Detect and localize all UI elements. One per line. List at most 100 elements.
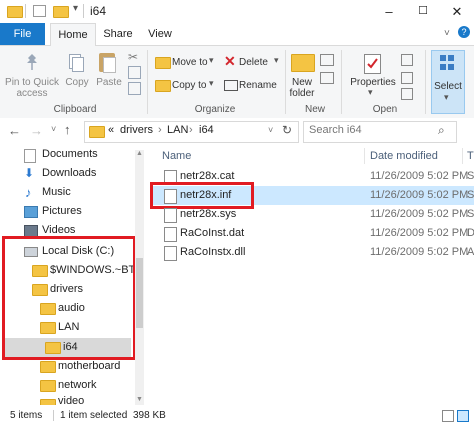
help-icon[interactable]: ? xyxy=(458,26,470,38)
nav-scrollbar-thumb[interactable] xyxy=(136,258,143,328)
history-icon[interactable] xyxy=(401,88,413,100)
delete-label: Delete xyxy=(239,57,268,68)
open-icon[interactable] xyxy=(401,54,413,66)
group-separator xyxy=(425,50,426,114)
chevron-down-icon: ▾ xyxy=(209,78,214,88)
nav-item-label: video xyxy=(58,395,85,405)
tab-file[interactable]: File xyxy=(0,23,45,45)
column-header-type[interactable]: T xyxy=(467,150,474,162)
address-dropdown-icon[interactable]: ˅ xyxy=(268,125,273,135)
paste-shortcut-icon[interactable] xyxy=(128,82,141,95)
file-row[interactable]: RaCoInst.dat 11/26/2009 5:02 PM D xyxy=(160,224,474,243)
refresh-icon[interactable]: ↻ xyxy=(282,123,292,137)
status-separator xyxy=(53,410,54,421)
properties-button[interactable]: Properties ▾ xyxy=(348,50,398,102)
tab-share[interactable]: Share xyxy=(98,23,138,45)
edit-icon[interactable] xyxy=(401,72,413,84)
file-row[interactable]: RaCoInstx.dll 11/26/2009 5:02 PM A xyxy=(160,243,474,262)
collapse-ribbon-icon[interactable]: ˅ xyxy=(444,28,450,39)
pin-label-2: access xyxy=(16,88,48,99)
chevron-down-icon: ▾ xyxy=(209,55,214,65)
file-name: netr28x.sys xyxy=(180,208,237,220)
nav-item-label: Pictures xyxy=(42,205,82,217)
ribbon: Pin to Quick access Copy Paste ✂ Clipboa… xyxy=(0,46,474,119)
close-button[interactable]: ✕ xyxy=(440,0,474,23)
scroll-up-icon[interactable]: ▲ xyxy=(136,150,143,157)
nav-item-music[interactable]: ♪ Music xyxy=(24,183,134,202)
downloads-icon: ⬇ xyxy=(24,166,35,180)
file-date: 11/26/2009 5:02 PM xyxy=(370,189,469,201)
pin-to-quick-access-button[interactable]: Pin to Quick access xyxy=(4,50,64,102)
select-button[interactable]: Select ▾ xyxy=(431,50,465,114)
new-folder-label: New xyxy=(291,77,312,88)
breadcrumb-i64[interactable]: i64 xyxy=(199,124,214,136)
file-row[interactable]: netr28x.sys 11/26/2009 5:02 PM S xyxy=(160,205,474,224)
column-header-name[interactable]: Name xyxy=(162,150,191,162)
copy-to-button[interactable]: Copy to ▾ xyxy=(153,77,219,95)
copy-button[interactable]: Copy xyxy=(64,50,90,102)
clipboard-group-label: Clipboard xyxy=(53,104,97,115)
data-file-icon xyxy=(164,227,177,242)
delete-x-icon: ✕ xyxy=(224,53,236,69)
delete-button[interactable]: ✕ Delete ▾ xyxy=(222,53,282,72)
minimize-button[interactable]: – xyxy=(372,0,406,23)
large-icons-view-icon[interactable] xyxy=(457,410,469,422)
title-bar: ▾ i64 – ☐ ✕ xyxy=(0,0,474,23)
tab-home[interactable]: Home xyxy=(50,23,96,46)
chevron-down-icon: ▾ xyxy=(274,55,279,65)
recent-locations-icon[interactable]: ˅ xyxy=(51,124,56,134)
nav-item-label: network xyxy=(58,379,97,391)
pictures-icon xyxy=(24,206,38,218)
new-item-icon[interactable] xyxy=(320,54,334,66)
copy-to-label: Copy to xyxy=(172,80,207,91)
window-title: i64 xyxy=(90,4,107,18)
breadcrumb-drivers[interactable]: drivers xyxy=(120,124,153,136)
move-to-label: Move to xyxy=(172,57,208,68)
select-grid-icon xyxy=(440,55,454,71)
nav-item-video[interactable]: video xyxy=(40,395,134,405)
copy-path-icon[interactable] xyxy=(128,66,141,79)
easy-access-icon[interactable] xyxy=(320,72,334,84)
new-folder-quick-icon[interactable] xyxy=(53,6,69,18)
column-header-date[interactable]: Date modified xyxy=(370,150,438,162)
search-input[interactable]: Search i64 xyxy=(309,124,362,136)
file-type: A xyxy=(467,246,474,258)
scroll-down-icon[interactable]: ▼ xyxy=(136,396,143,403)
rename-button[interactable]: Rename xyxy=(222,77,282,95)
forward-arrow-icon[interactable]: → xyxy=(30,123,43,138)
properties-quick-icon[interactable] xyxy=(33,5,46,17)
cut-icon[interactable]: ✂ xyxy=(128,50,138,64)
rename-icon xyxy=(224,80,238,91)
group-separator xyxy=(285,50,286,114)
file-date: 11/26/2009 5:02 PM xyxy=(370,208,469,220)
up-arrow-icon[interactable]: ↑ xyxy=(64,122,71,137)
status-bar: 5 items 1 item selected 398 KB xyxy=(0,405,474,426)
documents-icon xyxy=(24,149,36,163)
nav-item-documents[interactable]: Documents xyxy=(24,145,134,164)
system-file-icon xyxy=(164,208,177,223)
details-view-icon[interactable] xyxy=(442,410,454,422)
file-date: 11/26/2009 5:02 PM xyxy=(370,170,469,182)
maximize-button[interactable]: ☐ xyxy=(406,0,440,23)
item-count: 5 items xyxy=(10,410,43,421)
move-to-button[interactable]: Move to ▾ xyxy=(153,54,219,72)
nav-item-pictures[interactable]: Pictures xyxy=(24,202,134,221)
paste-button[interactable]: Paste xyxy=(93,50,125,102)
pin-icon xyxy=(24,53,40,71)
quick-access-dropdown-icon[interactable]: ▾ xyxy=(73,3,78,14)
back-arrow-icon[interactable]: ← xyxy=(8,123,21,138)
tab-view[interactable]: View xyxy=(141,23,179,45)
nav-item-downloads[interactable]: ⬇ Downloads xyxy=(24,164,134,183)
breadcrumb-separator[interactable]: › xyxy=(158,124,162,136)
nav-item-network[interactable]: network xyxy=(40,376,134,395)
breadcrumb-separator[interactable]: › xyxy=(189,124,193,136)
copy-icon-back xyxy=(72,57,84,72)
pin-label: Pin to Quick xyxy=(5,77,59,88)
breadcrumb-overflow[interactable]: « xyxy=(108,124,114,136)
selected-count: 1 item selected xyxy=(60,410,128,421)
new-folder-button[interactable]: New folder xyxy=(288,50,316,102)
copy-label: Copy xyxy=(65,77,89,88)
search-icon[interactable]: ⌕ xyxy=(438,123,445,138)
new-folder-icon xyxy=(291,54,315,72)
breadcrumb-lan[interactable]: LAN xyxy=(167,124,188,136)
